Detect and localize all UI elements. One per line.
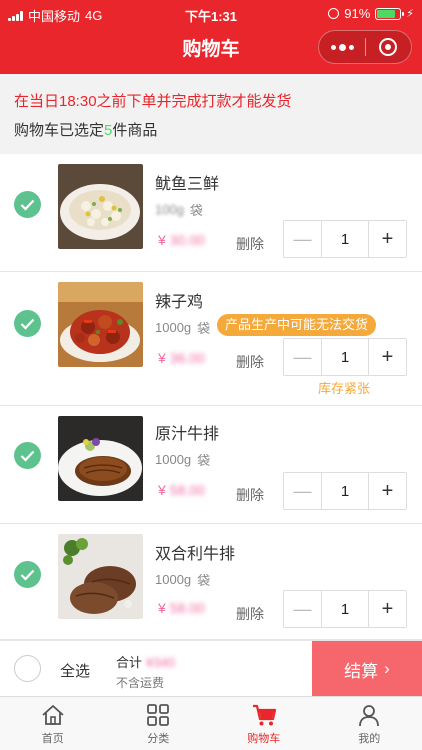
app-header: 中国移动 4G 下午1:31 91% ⚡ 购物车 — [0, 0, 422, 74]
total-label: 合计 — [116, 655, 143, 670]
total-value: ¥340 — [146, 655, 175, 670]
price-value: 36.00 — [169, 350, 205, 366]
cart-item: 辣子鸡 1000g 袋 产品生产中可能无法交货 ¥36.00 删除 — 1 + 库… — [0, 272, 422, 406]
product-price: ¥58.00 — [158, 600, 205, 616]
status-bar: 中国移动 4G 下午1:31 91% ⚡ — [0, 0, 422, 28]
price-value: 58.00 — [169, 482, 205, 498]
tab-profile[interactable]: 我的 — [317, 697, 422, 750]
checkout-bar: 全选 合计 ¥340 不含运费 结算 › — [0, 640, 422, 697]
delete-button[interactable]: 删除 — [236, 604, 264, 624]
decrease-button[interactable]: — — [284, 591, 322, 627]
cart-item: 原汁牛排 1000g 袋 ¥58.00 删除 — 1 + — [0, 406, 422, 524]
battery-percent: 91% — [344, 6, 371, 21]
item-checkbox[interactable] — [14, 191, 41, 218]
increase-button[interactable]: + — [368, 339, 406, 375]
miniprogram-capsule — [318, 30, 412, 64]
product-name: 鱿鱼三鲜 — [155, 176, 220, 193]
increase-button[interactable]: + — [368, 221, 406, 257]
more-icon[interactable] — [319, 31, 365, 63]
quantity-stepper: — 1 + — [283, 590, 407, 628]
product-spec: 1000g 袋 — [155, 450, 210, 469]
quantity-value[interactable]: 1 — [322, 339, 368, 375]
decrease-button[interactable]: — — [284, 221, 322, 257]
item-checkbox[interactable] — [14, 561, 41, 588]
tab-label: 购物车 — [247, 733, 281, 745]
price-currency: ¥ — [158, 232, 166, 248]
delete-button[interactable]: 删除 — [236, 234, 264, 254]
battery-icon — [375, 7, 405, 20]
shipping-note: 不含运费 — [116, 676, 165, 690]
profile-icon — [359, 705, 380, 727]
cart-item: 鱿鱼三鲜 100g 袋 ¥30.00 删除 — 1 + — [0, 154, 422, 272]
product-price: ¥36.00 — [158, 350, 205, 366]
checkout-label: 结算 — [344, 661, 379, 681]
spec-unit: 袋 — [197, 573, 211, 588]
product-image[interactable] — [58, 534, 143, 619]
spec-value: 1000g — [155, 452, 192, 467]
decrease-button[interactable]: — — [284, 339, 322, 375]
spec-unit: 袋 — [189, 203, 203, 218]
tab-label: 分类 — [147, 733, 170, 745]
product-image[interactable] — [58, 164, 143, 249]
item-checkbox[interactable] — [14, 310, 41, 337]
order-notice: 在当日18:30之前下单并完成打款才能发货 购物车已选定5件商品 — [0, 74, 422, 154]
deadline-notice: 在当日18:30之前下单并完成打款才能发货 — [14, 93, 292, 110]
total-amount: 合计 ¥340 — [116, 652, 175, 671]
home-icon — [42, 705, 64, 725]
selected-prefix: 购物车已选定 — [14, 122, 105, 139]
quantity-value[interactable]: 1 — [322, 473, 368, 509]
selected-suffix: 件商品 — [112, 122, 158, 139]
item-checkbox[interactable] — [14, 442, 41, 469]
product-spec: 100g 袋 — [155, 200, 203, 219]
product-name: 辣子鸡 — [155, 294, 204, 311]
increase-button[interactable]: + — [368, 591, 406, 627]
quantity-stepper: — 1 + — [283, 338, 407, 376]
delete-button[interactable]: 删除 — [236, 485, 264, 505]
product-spec: 1000g 袋 — [155, 318, 210, 337]
spec-unit: 袋 — [197, 453, 211, 468]
select-all-checkbox[interactable] — [14, 655, 41, 682]
cart-item: 双合利牛排 1000g 袋 ¥58.00 删除 — 1 + — [0, 524, 422, 640]
decrease-button[interactable]: — — [284, 473, 322, 509]
charging-icon: ⚡ — [406, 8, 414, 20]
select-all-label[interactable]: 全选 — [60, 660, 90, 681]
cart-icon — [252, 704, 276, 726]
price-currency: ¥ — [158, 600, 166, 616]
quantity-value[interactable]: 1 — [322, 221, 368, 257]
spec-value: 100g — [155, 202, 184, 217]
bottom-tab-bar: 首页 分类 购物车 我的 — [0, 696, 422, 750]
checkout-button[interactable]: 结算 › — [312, 641, 422, 697]
product-image[interactable] — [58, 416, 143, 501]
price-value: 30.00 — [169, 232, 205, 248]
category-icon — [147, 704, 170, 726]
tab-label: 首页 — [41, 733, 64, 745]
low-stock-note: 库存紧张 — [318, 381, 371, 396]
selected-count-line: 购物车已选定5件商品 — [14, 119, 157, 140]
product-name: 双合利牛排 — [155, 546, 236, 563]
spec-unit: 袋 — [197, 321, 211, 336]
product-price: ¥58.00 — [158, 482, 205, 498]
spec-value: 1000g — [155, 572, 192, 587]
product-spec: 1000g 袋 — [155, 570, 210, 589]
price-value: 58.00 — [169, 600, 205, 616]
price-currency: ¥ — [158, 482, 166, 498]
quantity-stepper: — 1 + — [283, 220, 407, 258]
tab-home[interactable]: 首页 — [0, 697, 106, 750]
alarm-icon — [328, 8, 340, 19]
quantity-value[interactable]: 1 — [322, 591, 368, 627]
tab-category[interactable]: 分类 — [106, 697, 212, 750]
price-currency: ¥ — [158, 350, 166, 366]
product-price: ¥30.00 — [158, 232, 205, 248]
delete-button[interactable]: 删除 — [236, 352, 264, 372]
tab-label: 我的 — [358, 733, 381, 745]
product-image[interactable] — [58, 282, 143, 367]
tab-cart[interactable]: 购物车 — [211, 697, 317, 750]
chevron-right-icon: › — [384, 659, 390, 678]
increase-button[interactable]: + — [368, 473, 406, 509]
close-icon[interactable] — [366, 31, 411, 63]
spec-value: 1000g — [155, 320, 192, 335]
product-name: 原汁牛排 — [155, 426, 220, 443]
production-warning-badge: 产品生产中可能无法交货 — [217, 314, 377, 336]
quantity-stepper: — 1 + — [283, 472, 407, 510]
